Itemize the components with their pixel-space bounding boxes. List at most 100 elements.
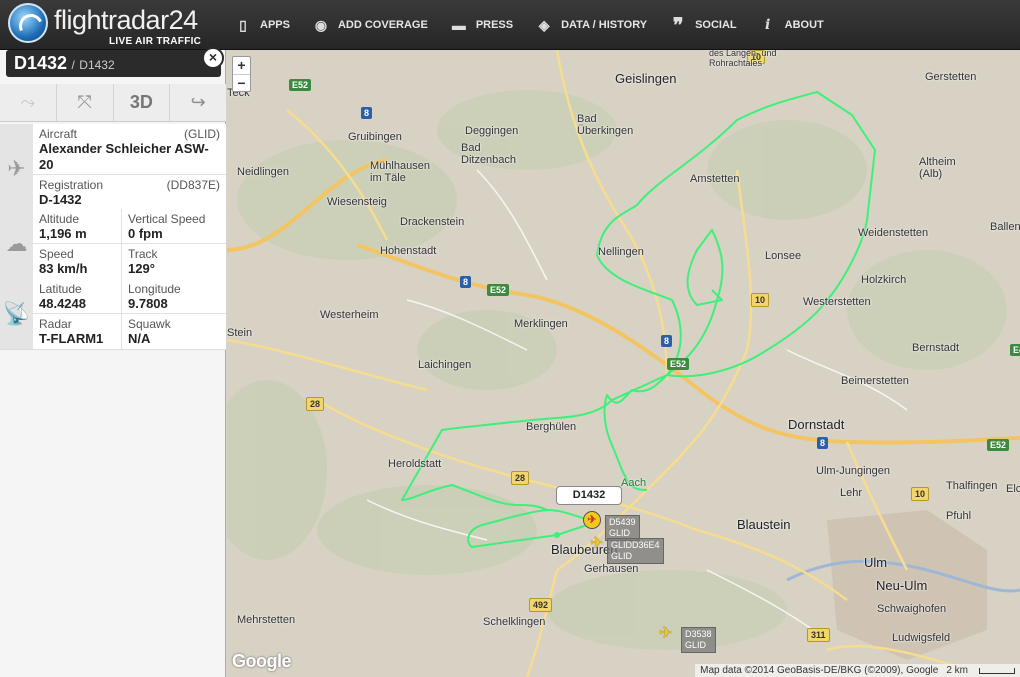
town-thalfingen: Thalfingen [946, 480, 998, 492]
airplane-icon: ✈ [0, 124, 33, 213]
aircraft-value: Alexander Schleicher ASW-20 [39, 141, 209, 172]
zoom-in-button[interactable]: + [233, 57, 250, 74]
attribution-text: Map data ©2014 GeoBasis-DE/BKG (©2009), … [700, 665, 939, 676]
longitude-label: Longitude [128, 282, 181, 296]
altitude-value: 1,196 m [39, 226, 87, 241]
town-heroldstatt: Heroldstatt [388, 458, 442, 470]
nav-apps[interactable]: ▯ APPS [228, 0, 306, 50]
glider-icon[interactable]: ✈ [659, 623, 672, 643]
latitude-value: 48.4248 [39, 296, 86, 311]
road-shield-e4: E4 [1010, 344, 1020, 356]
flightradar24-logo[interactable]: flightradar24 LIVE AIR TRAFFIC [8, 3, 208, 47]
town-westerstetten: Westerstetten [803, 296, 871, 308]
view-3d-button[interactable]: 3D [114, 84, 171, 121]
speech-bubble-icon: ▬ [451, 17, 466, 33]
altitude-row: Altitude 1,196 m Vertical Speed 0 fpm [33, 209, 226, 244]
town-holzkirch: Holzkirch [861, 274, 907, 286]
road-shield-a8-2: 8 [460, 276, 472, 288]
glider-icon: ✈ [587, 514, 597, 526]
database-icon: ◈ [538, 16, 550, 33]
nav-add-coverage[interactable]: ◉ ADD COVERAGE [306, 0, 444, 50]
aircraft-code: (GLID) [184, 127, 220, 141]
vertical-speed-label: Vertical Speed [128, 212, 206, 226]
town-ulm: Ulm [864, 555, 888, 570]
town-dornstadt: Dornstadt [788, 417, 845, 432]
town-westerheim: Westerheim [320, 309, 379, 321]
scale-bar [979, 667, 1015, 674]
town-amstetten: Amstetten [690, 173, 740, 185]
town-hohenstadt: Hohenstadt [380, 245, 437, 257]
town-langen-rohrachtales: des Langen- und Rohrachtales [709, 50, 777, 68]
town-elchingen: Elc [1006, 483, 1020, 495]
nav-about[interactable]: i ABOUT [753, 0, 840, 50]
town-laichingen: Laichingen [418, 359, 472, 371]
town-beimerstetten: Beimerstetten [841, 375, 909, 387]
collapse-button[interactable]: ⤧ [57, 84, 114, 121]
town-bernstadt: Bernstadt [912, 342, 960, 354]
town-ulm-jungingen: Ulm-Jungingen [816, 465, 890, 477]
nav-press[interactable]: ▬ PRESS [444, 0, 529, 50]
town-stein: Stein [227, 327, 253, 339]
cloud-icon: ☁ [0, 209, 33, 279]
squawk-value: N/A [128, 331, 151, 346]
town-ballendorf: Ballen [990, 221, 1020, 233]
town-blaustein: Blaustein [737, 517, 791, 532]
town-gerhausen: Gerhausen [584, 563, 639, 575]
eye-icon: ◉ [314, 16, 328, 33]
road-shield-b28: 28 [306, 397, 325, 411]
flight-separator: / [71, 58, 75, 72]
registration-row: Registration D-1432 (DD837E) [33, 175, 226, 210]
map-attribution: Map data ©2014 GeoBasis-DE/BKG (©2009), … [695, 664, 1020, 677]
latitude-label: Latitude [39, 282, 82, 296]
flight-toolbar: ⤳ ⤧ 3D ↪ [0, 84, 226, 122]
town-berghulen: Berghülen [526, 421, 577, 433]
logo-text: flightradar24 [54, 5, 198, 35]
share-button[interactable]: ↪ [170, 84, 226, 121]
town-bad-ditzenbach: Bad Ditzenbach [461, 142, 517, 166]
town-muhlhausen: Mühlhausen im Täle [370, 160, 430, 184]
flight-info-panel: D1432 / D1432 × ⤳ ⤧ 3D ↪ ✈ Aircraft Alex… [0, 47, 226, 677]
town-gruibingen: Gruibingen [348, 131, 402, 143]
town-deggingen: Deggingen [465, 125, 519, 137]
route-icon: ⤳ [20, 92, 36, 112]
aircraft-tag-d3538[interactable]: D3538 GLID [681, 627, 716, 653]
nav-data-history[interactable]: ◈ DATA / HISTORY [529, 0, 663, 50]
town-gerstetten: Gerstetten [925, 71, 977, 83]
town-aach: Aach [621, 477, 647, 489]
flight-id: D1432 [79, 58, 115, 72]
aircraft-tag-gliddd36e4[interactable]: GLIDD36E4 GLID [607, 538, 664, 564]
town-weidenstetten: Weidenstetten [858, 227, 929, 239]
altitude-label: Altitude [39, 212, 80, 226]
flight-header: D1432 / D1432 [6, 50, 221, 77]
town-pfuhl: Pfuhl [946, 510, 972, 522]
road-shield-e52-2: E52 [487, 284, 510, 296]
selected-aircraft-label[interactable]: D1432 [556, 486, 622, 505]
town-wiesensteig: Wiesensteig [327, 196, 387, 208]
speed-label: Speed [39, 247, 74, 261]
road-shield-b10-2: 10 [911, 487, 930, 501]
phone-icon: ▯ [239, 16, 247, 33]
nav-social[interactable]: ❞ SOCIAL [663, 0, 753, 50]
radar-globe-icon [8, 3, 48, 43]
town-ludwigsfeld: Ludwigsfeld [892, 632, 951, 644]
close-panel-button[interactable]: × [202, 47, 224, 69]
radar-label: Radar [39, 317, 72, 331]
speed-row: Speed 83 km/h Track 129° [33, 244, 226, 279]
town-neidlingen: Neidlingen [237, 166, 289, 178]
altitude-speed-section: ☁ Altitude 1,196 m Vertical Speed 0 fpm … [0, 209, 226, 280]
town-schelklingen: Schelklingen [483, 616, 546, 628]
road-shield-a8-4: 8 [817, 437, 829, 449]
zoom-out-button[interactable]: − [233, 74, 250, 91]
selected-aircraft-marker[interactable]: ✈ [583, 511, 601, 529]
glider-icon[interactable]: ✈ [590, 533, 603, 553]
road-shield-e52: E52 [289, 79, 312, 91]
google-logo: Google [232, 651, 292, 671]
scale-label: 2 km [946, 665, 968, 676]
route-button[interactable]: ⤳ [0, 84, 57, 121]
aircraft-row: Aircraft Alexander Schleicher ASW-20 (GL… [33, 124, 226, 175]
radar-row: Radar T-FLARM1 Squawk N/A [33, 314, 226, 349]
town-neu-ulm: Neu-Ulm [876, 578, 928, 593]
collapse-arrows-icon: ⤧ [77, 92, 92, 112]
town-bad-uberkingen: Bad Überkingen [577, 113, 634, 137]
map-canvas[interactable]: 8 E52 8 E52 8 10 28 28 8 E52 492 311 10 … [227, 50, 1020, 677]
